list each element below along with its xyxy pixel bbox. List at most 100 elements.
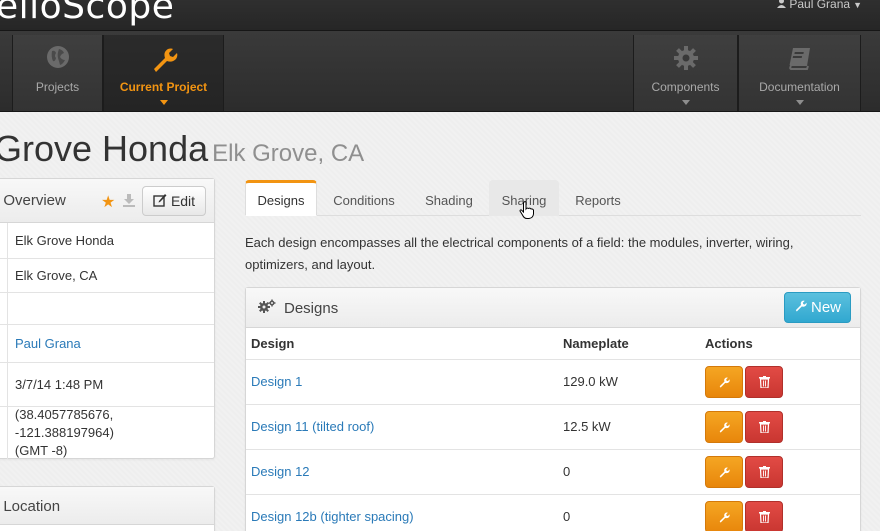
delete-design-button[interactable] [745,500,783,531]
overview-row-location: Elk Grove, CA [0,259,214,293]
delete-design-button[interactable] [745,365,783,398]
delete-design-button[interactable] [745,455,783,488]
overview-row-empty [0,293,214,325]
overview-value: Elk Grove, CA [15,267,98,283]
overview-value: (38.4057785676, -121.388197964) (GMT -8) [8,406,214,460]
location-header: t Location [0,487,214,525]
overview-title: t Overview [0,192,66,209]
wrench-icon [719,467,730,478]
row-actions [700,449,860,495]
wrench-icon [719,377,730,388]
tab-conditions[interactable]: Conditions [321,180,407,216]
designs-panel: Designs New Design Nameplate Actions Des… [245,287,861,531]
brand-logo[interactable]: elloScope [0,0,174,27]
column-design: Design [246,328,558,360]
design-link[interactable]: Design 12b (tighter spacing) [246,494,558,531]
nav-current-project[interactable]: Current Project [103,35,224,111]
tab-reports[interactable]: Reports [561,180,635,216]
hand-cursor-icon [519,201,535,222]
owner-link[interactable]: Paul Grana [8,335,81,353]
project-location-panel: t Location [0,486,215,531]
timezone: (GMT -8) [14,443,68,458]
page-title: Grove Honda Elk Grove, CA [0,128,364,170]
project-tabs: Designs Conditions Shading Sharing Repor… [245,180,861,216]
tab-designs[interactable]: Designs [245,180,317,216]
wrench-icon [719,512,730,523]
trash-icon [758,465,770,478]
overview-row-name: Elk Grove Honda [0,223,214,259]
designs-header: Designs New [246,288,860,328]
project-name: Grove Honda [0,128,209,169]
top-bar: elloScope Paul Grana ▼ [0,0,880,30]
column-nameplate: Nameplate [558,328,700,360]
nav-components-label: Components [651,80,720,94]
edit-button[interactable]: Edit [142,186,206,216]
project-overview-panel: t Overview ★ Edit Elk Grove Honda Elk Gr… [0,178,215,459]
user-menu[interactable]: Paul Grana ▼ [777,0,862,11]
nav-current-project-label: Current Project [119,80,208,94]
trash-icon [758,510,770,523]
trash-icon [758,375,770,388]
designs-table: Design Nameplate Actions Design 1 129.0 … [246,328,860,531]
edit-design-button[interactable] [705,365,743,398]
overview-header: t Overview ★ Edit [0,179,214,223]
nav-documentation[interactable]: Documentation [738,35,861,111]
gear-icon [634,45,737,75]
new-label: New [810,299,841,316]
nameplate-value: 0 [558,494,700,531]
nav-documentation-label: Documentation [759,80,840,94]
user-icon [777,0,787,11]
row-actions [700,404,860,450]
table-row: Design 12b (tighter spacing) 0 [246,494,860,531]
main-nav: Projects Current Project Components Docu… [0,30,880,112]
caret-down-icon [681,100,690,105]
wrench-icon [719,422,730,433]
project-location: Elk Grove, CA [212,140,365,167]
row-actions [700,494,860,531]
table-header-row: Design Nameplate Actions [246,328,860,360]
delete-design-button[interactable] [745,410,783,443]
tab-shading[interactable]: Shading [411,180,487,216]
nav-projects[interactable]: Projects [12,35,103,111]
wrench-icon [794,299,807,316]
wrench-icon [104,45,223,75]
gears-icon [258,299,276,317]
trash-icon [758,420,770,433]
table-row: Design 1 129.0 kW [246,359,860,405]
overview-row-owner: Paul Grana [0,325,214,363]
designs-description: Each design encompasses all the electric… [245,235,794,272]
download-icon[interactable] [122,193,136,210]
location-title: t Location [0,498,61,515]
designs-title: Designs [258,299,338,317]
design-link[interactable]: Design 11 (tilted roof) [246,404,558,450]
user-name: Paul Grana [789,0,851,11]
caret-down-icon [159,100,168,105]
column-actions: Actions [700,328,860,360]
table-row: Design 12 0 [246,449,860,495]
coordinates: (38.4057785676, -121.388197964) [14,407,114,440]
designs-title-text: Designs [284,299,339,317]
star-icon[interactable]: ★ [101,192,115,212]
overview-value: 3/7/14 1:48 PM [15,376,104,392]
nameplate-value: 12.5 kW [558,404,700,450]
edit-label: Edit [170,193,196,209]
overview-row-coordinates: (38.4057785676, -121.388197964) (GMT -8) [0,407,214,459]
globe-icon [13,45,102,75]
caret-down-icon [795,100,804,105]
design-link[interactable]: Design 1 [246,359,558,405]
overview-value: Elk Grove Honda [15,232,114,248]
design-link[interactable]: Design 12 [246,449,558,495]
book-icon [739,45,860,75]
overview-row-created: 3/7/14 1:48 PM [0,363,214,407]
edit-icon [153,193,167,210]
row-actions [700,359,860,405]
chevron-down-icon: ▼ [853,0,862,10]
nav-projects-label: Projects [35,80,80,94]
nameplate-value: 0 [558,449,700,495]
nav-components[interactable]: Components [633,35,738,111]
edit-design-button[interactable] [705,500,743,531]
edit-design-button[interactable] [705,455,743,488]
edit-design-button[interactable] [705,410,743,443]
nameplate-value: 129.0 kW [558,359,700,405]
new-design-button[interactable]: New [784,292,851,323]
